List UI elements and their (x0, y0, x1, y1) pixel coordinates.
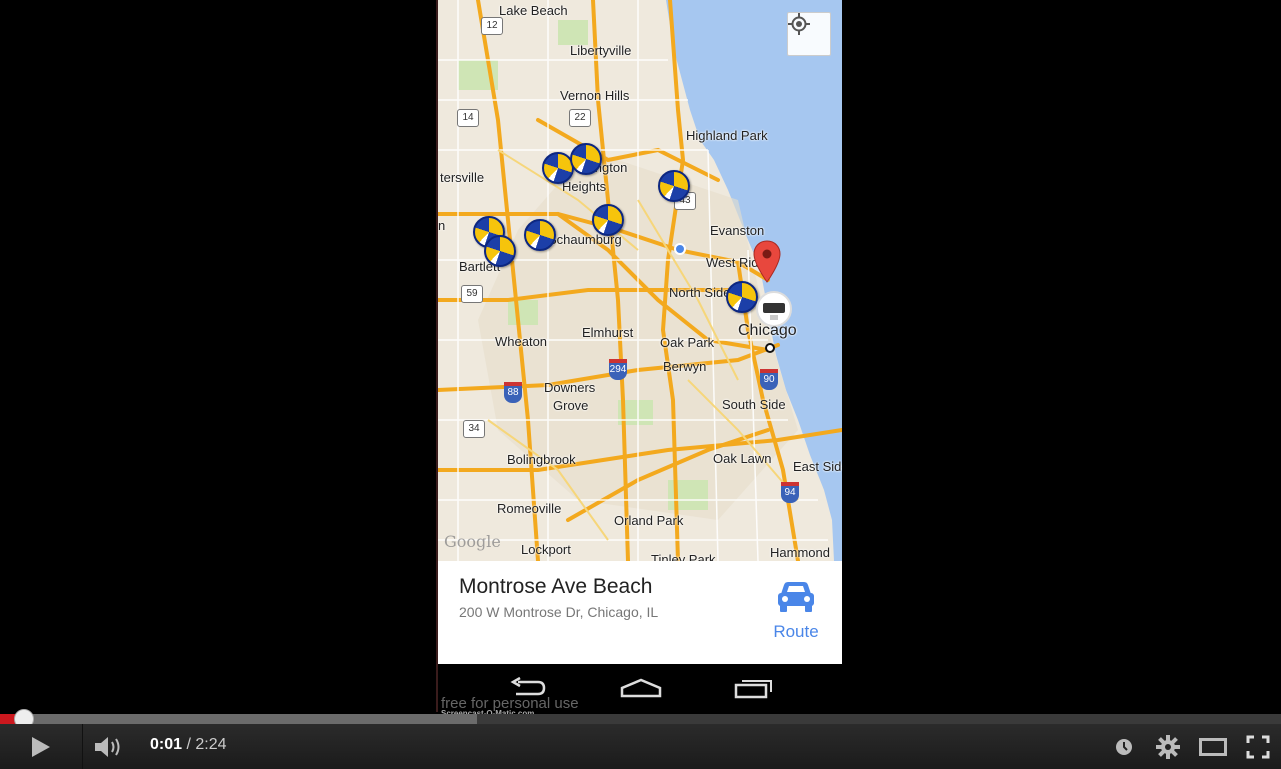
time-display: 0:01 / 2:24 (150, 736, 227, 754)
fullscreen-button[interactable] (1240, 724, 1276, 769)
theater-icon (1199, 737, 1227, 756)
crosshair-icon (788, 13, 810, 35)
route-shield: 59 (461, 285, 483, 303)
home-button[interactable] (620, 676, 662, 705)
place-info-card[interactable]: Montrose Ave Beach 200 W Montrose Dr, Ch… (438, 561, 842, 664)
gear-icon (1156, 734, 1180, 759)
map-place-label: Wheaton (495, 334, 548, 349)
map-place-label: Hammond (770, 545, 830, 560)
phone-screen: Lake Beach Libertyville Vernon Hills Highla… (438, 0, 842, 712)
map-place-label: Elmhurst (582, 325, 634, 340)
map-place-label: South Side (722, 397, 786, 412)
volume-button[interactable] (83, 724, 133, 769)
map-place-label: Libertyville (570, 43, 632, 58)
route-label: Route (773, 622, 819, 641)
place-address: 200 W Montrose Dr, Chicago, IL (459, 604, 659, 620)
settings-button[interactable] (1150, 724, 1186, 769)
play-icon (32, 736, 50, 757)
city-label-chicago: Chicago (738, 322, 797, 339)
route-shield: 22 (569, 109, 591, 127)
place-name: Montrose Ave Beach (459, 575, 653, 598)
phone-border (436, 0, 438, 712)
map-place-label: Lake Beach (499, 3, 568, 18)
play-button[interactable] (0, 724, 82, 769)
current-time: 0:01 (150, 736, 183, 753)
map-place-label: Oak Park (660, 335, 715, 350)
watch-later-button[interactable] (1108, 724, 1140, 769)
map-place-label: Evanston (710, 223, 765, 238)
map-place-label: Orland Park (614, 513, 684, 528)
map-place-label: Oak Lawn (713, 451, 772, 466)
time-separator: / (182, 736, 196, 753)
recent-apps-button[interactable] (734, 676, 774, 705)
volleyball-marker[interactable] (570, 143, 602, 175)
fullscreen-icon (1246, 735, 1270, 758)
home-icon (620, 678, 662, 698)
progress-bar[interactable] (0, 709, 1281, 729)
duration: 2:24 (195, 736, 227, 753)
map-roads (438, 0, 842, 561)
car-icon (778, 582, 814, 612)
map-place-label: Tinley Park (651, 552, 716, 561)
map-place-label: North Side (669, 285, 731, 300)
map-place-label: Romeoville (497, 501, 562, 516)
route-shield: 12 (481, 17, 503, 35)
route-shield: 34 (463, 420, 485, 438)
map-place-label: Highland Park (686, 128, 768, 143)
selected-location-pin[interactable] (753, 240, 781, 284)
recent-apps-icon (734, 680, 772, 699)
map-place-label: Heights (562, 179, 607, 194)
map-place-label: Grove (553, 398, 589, 413)
volleyball-marker[interactable] (726, 281, 758, 313)
progress-loaded (0, 714, 477, 724)
map-view[interactable]: Lake Beach Libertyville Vernon Hills Highla… (438, 0, 842, 561)
map-place-label: Vernon Hills (560, 88, 630, 103)
volleyball-marker[interactable] (592, 204, 624, 236)
map-place-label: East Side (793, 459, 842, 474)
map-place-label: tersville (440, 170, 485, 185)
volleyball-marker[interactable] (484, 235, 516, 267)
volleyball-marker[interactable] (658, 170, 690, 202)
volleyball-marker[interactable] (524, 219, 556, 251)
map-place-label: Bolingbrook (507, 452, 576, 467)
theater-mode-button[interactable] (1196, 724, 1230, 769)
clock-icon (1116, 738, 1132, 755)
map-place-label: Lockport (521, 542, 571, 557)
my-location-button[interactable] (787, 12, 831, 56)
interstate-shield: 90 (760, 369, 778, 390)
player-controls: 0:01 / 2:24 (0, 724, 1281, 769)
route-shield: 14 (457, 109, 479, 127)
map-place-label: Berwyn (663, 359, 707, 374)
google-attribution: Google (444, 532, 501, 551)
route-button[interactable]: Route (764, 581, 828, 651)
map-place-label: Downers (544, 380, 596, 395)
interstate-shield: 88 (504, 382, 522, 403)
interstate-shield: 294 (609, 359, 627, 380)
interstate-shield: 94 (781, 482, 799, 503)
volume-icon (95, 736, 120, 757)
map-place-label: n (438, 218, 446, 233)
